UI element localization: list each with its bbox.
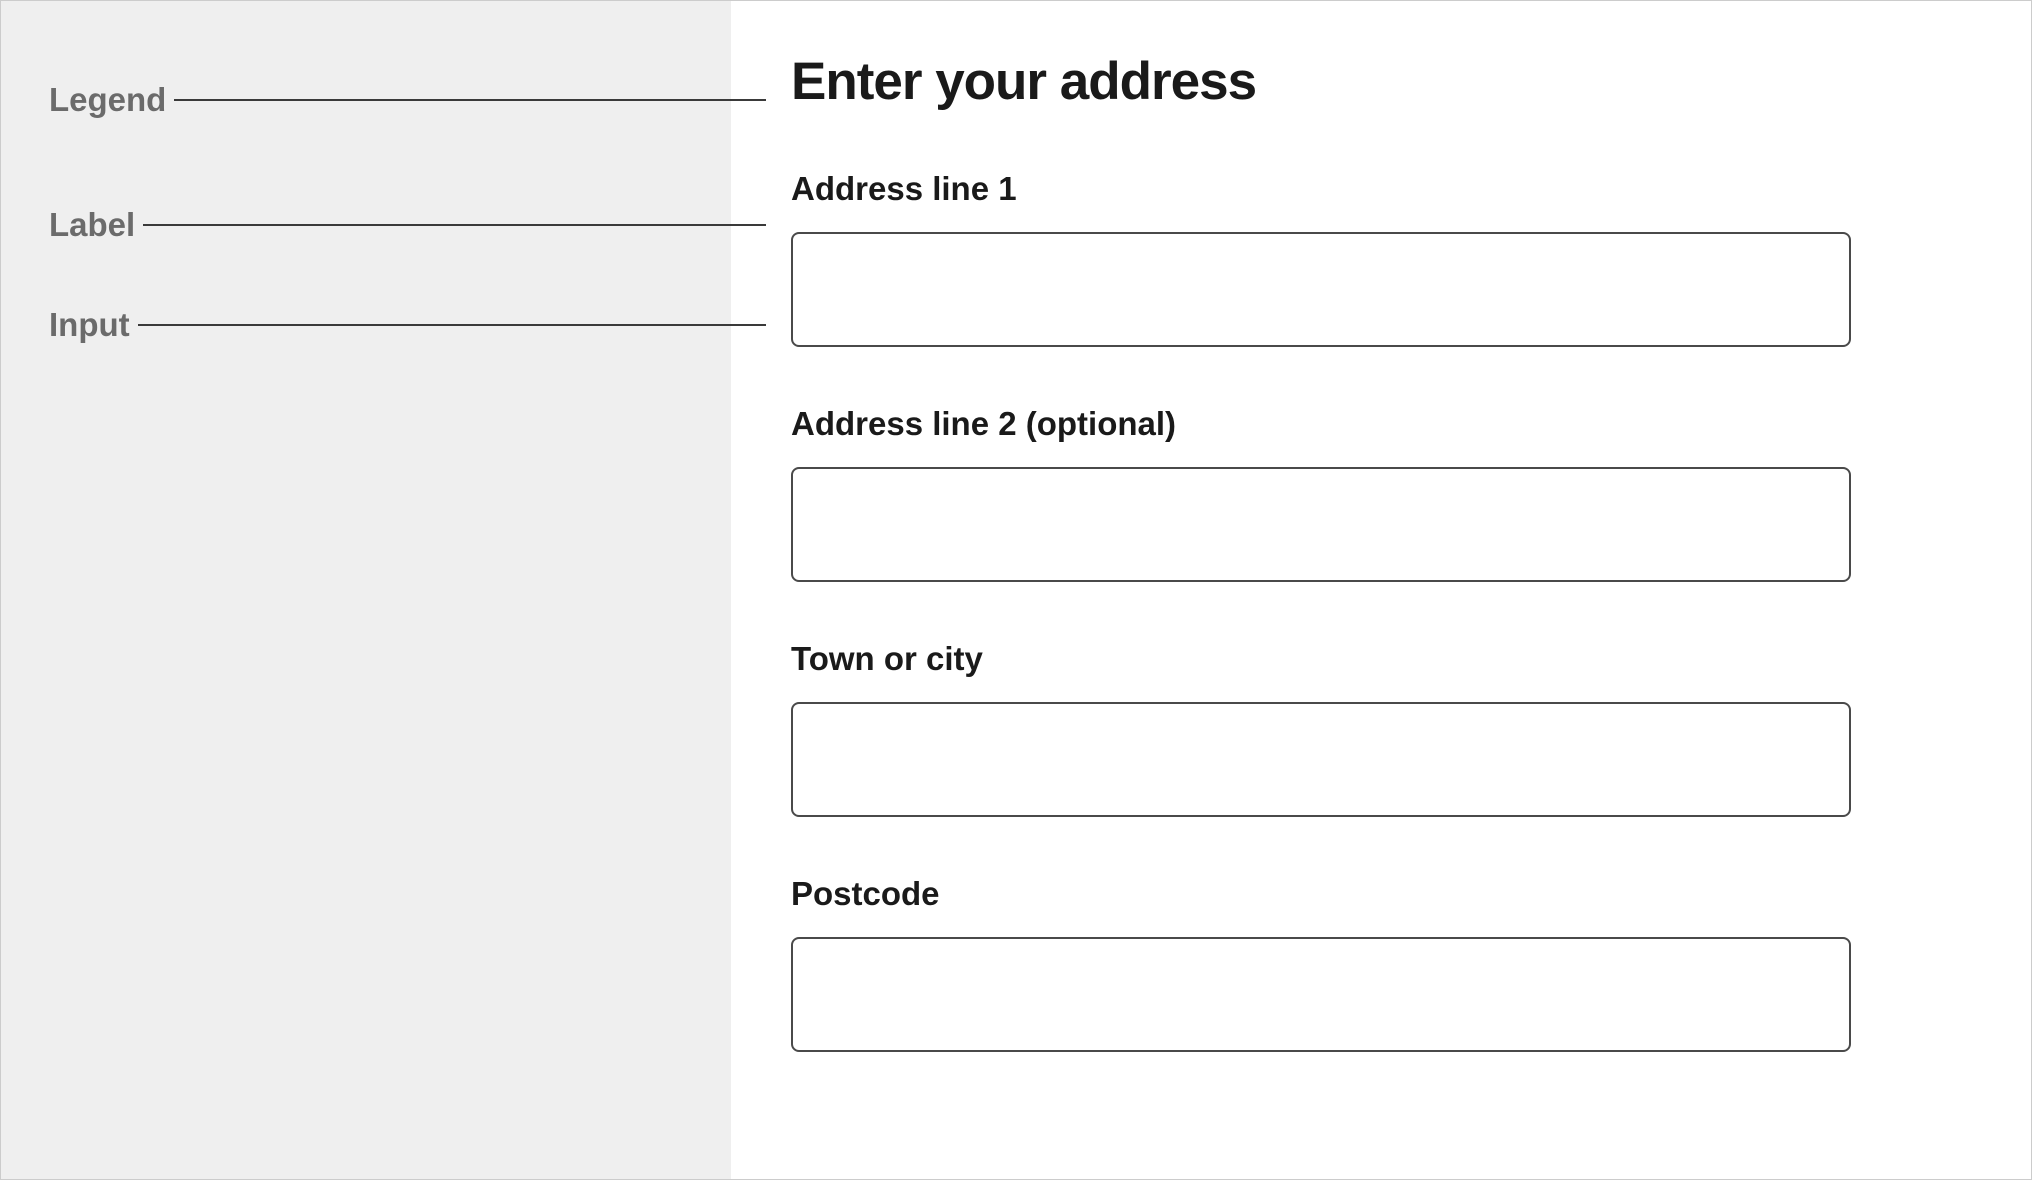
annotation-input-line — [138, 324, 766, 326]
annotation-label: Label — [49, 206, 731, 244]
input-postcode[interactable] — [791, 937, 1851, 1052]
annotation-legend: Legend — [49, 81, 731, 119]
annotation-legend-label: Legend — [49, 81, 174, 119]
form-group-address-line-2: Address line 2 (optional) — [791, 405, 1971, 582]
label-town-city: Town or city — [791, 640, 1971, 678]
annotation-input: Input — [49, 306, 731, 344]
annotation-legend-line — [174, 99, 766, 101]
form-area: Enter your address Address line 1 Addres… — [731, 1, 2031, 1179]
form-legend: Enter your address — [791, 51, 1971, 112]
form-group-postcode: Postcode — [791, 875, 1971, 1052]
input-town-city[interactable] — [791, 702, 1851, 817]
input-address-line-2[interactable] — [791, 467, 1851, 582]
annotation-label-line — [143, 224, 766, 226]
form-group-address-line-1: Address line 1 — [791, 170, 1971, 347]
form-group-town-city: Town or city — [791, 640, 1971, 817]
input-address-line-1[interactable] — [791, 232, 1851, 347]
annotation-input-label: Input — [49, 306, 138, 344]
annotation-label-label: Label — [49, 206, 143, 244]
label-postcode: Postcode — [791, 875, 1971, 913]
label-address-line-2: Address line 2 (optional) — [791, 405, 1971, 443]
label-address-line-1: Address line 1 — [791, 170, 1971, 208]
annotation-sidebar: Legend Label Input — [1, 1, 731, 1179]
diagram-container: Legend Label Input Enter your address Ad… — [0, 0, 2032, 1180]
